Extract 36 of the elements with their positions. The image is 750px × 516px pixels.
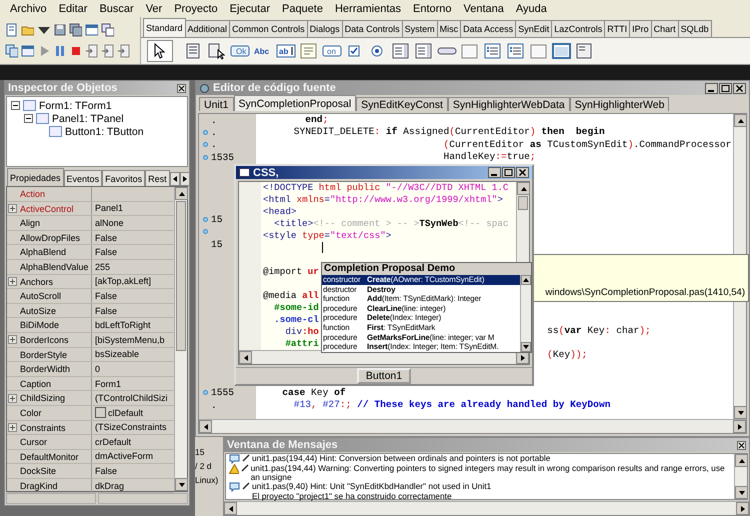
line-number: .: [211, 127, 217, 138]
code-line: <title><!-- comment > -- >TSynWeb<!-- spac: [274, 218, 509, 230]
hint-text: windows\SynCompletionProposal.pas(1410,54): [545, 287, 745, 298]
line-number: 1555: [211, 387, 234, 398]
window-title: Editor de código fuente: [213, 82, 336, 94]
line-number: .: [211, 114, 217, 126]
status-text: Linux): [195, 475, 220, 485]
window-title: CSS,: [253, 166, 279, 178]
code-line: <head>: [263, 206, 296, 218]
code-line: <!DOCTYPE html public "-//W3C//DTD XHTML 1.C: [263, 182, 508, 194]
line-number: 15: [211, 214, 223, 225]
code-line: ss(var Key: char);: [547, 324, 651, 338]
code-line: (CurrentEditor as TCustomSynEdit).CommandProcessor: [443, 138, 732, 152]
code-line: .some-cl: [274, 314, 319, 326]
line-number: .: [211, 400, 217, 411]
code-line: SYNEDIT_DELETE: if Assigned(CurrentEditor) then begin: [294, 126, 605, 139]
code-line: #some-id: [274, 302, 319, 314]
code-line: div:ho: [285, 326, 319, 338]
code-line: HandleKey:=true;: [443, 151, 536, 164]
line-number: .: [211, 139, 217, 150]
status-text: 15: [195, 447, 206, 457]
popup-title: Completion Proposal Demo: [322, 263, 531, 275]
line-number: 15: [211, 238, 223, 250]
code-line: <style type="text/css">: [263, 230, 392, 242]
code-line: @media all: [263, 290, 319, 302]
code-line: end;: [305, 114, 328, 126]
code-line: (Key));: [547, 349, 588, 362]
code-line: @import ur: [263, 266, 319, 278]
code-line: #attri: [285, 338, 319, 350]
window-title: Inspector de Objetos: [8, 82, 118, 94]
window-title: Ventana de Mensajes: [227, 439, 338, 451]
code-line: <html xmlns="http://www.w3.org/1999/xhtml">: [263, 194, 503, 206]
status-text: / 2 d: [195, 461, 213, 471]
code-line: #13, #27:; // These keys are already handled by KeyDown: [294, 398, 610, 412]
code-line: case Key of: [282, 386, 346, 399]
line-number: 1535: [211, 152, 234, 163]
